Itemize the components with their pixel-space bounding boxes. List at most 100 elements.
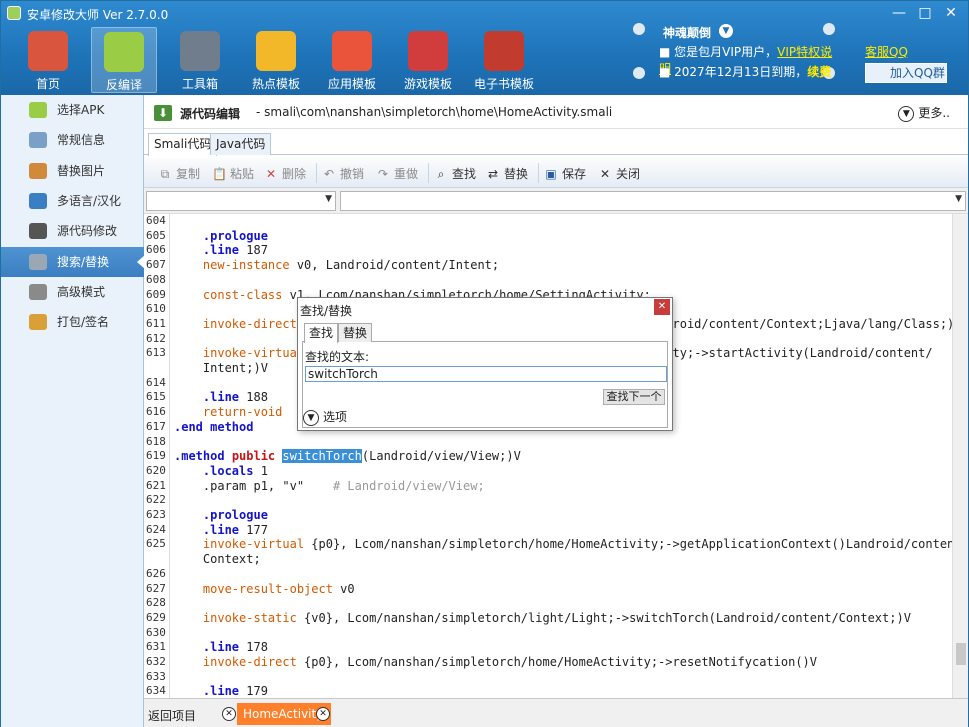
line-number: 605 (146, 228, 166, 242)
tools-icon (29, 283, 47, 300)
toolbar-tool[interactable]: 首页 (15, 27, 81, 93)
toolbar-tool[interactable]: 工具箱 (167, 27, 233, 93)
close-tab-icon[interactable]: ✕ (222, 707, 236, 721)
toolbar-tool[interactable]: 游戏模板 (395, 27, 461, 93)
redo-icon: ↷ (377, 167, 389, 181)
line-number: 629 (146, 610, 166, 624)
android-icon (29, 102, 47, 118)
find-text-input[interactable]: switchTorch (305, 366, 667, 382)
file-tab-label: HomeActivity (243, 707, 324, 721)
toolbar-tool[interactable]: 应用模板 (319, 27, 385, 93)
close-tab-icon[interactable]: ✕ (316, 707, 330, 721)
code-text: return-void (202, 405, 283, 420)
app-logo-icon (7, 6, 21, 20)
line-number: 609 (146, 287, 166, 301)
toolbar-tool-label: 反编译 (105, 78, 142, 92)
image-icon (29, 162, 47, 179)
sidebar-item[interactable]: 多语言/汉化 (1, 186, 144, 216)
paste-label: 粘贴 (230, 167, 255, 181)
renew-link[interactable]: 续费 (807, 65, 831, 79)
find-next-button[interactable]: 查找下一个 (603, 389, 665, 405)
code-text: new-instance v0, Landroid/content/Intent… (202, 258, 500, 273)
tab-find[interactable]: 查找 (304, 323, 339, 343)
code-editor[interactable]: 604 605 .prologue 606 .line 187 607 new-ins… (144, 214, 952, 698)
line-number: 627 (146, 581, 166, 595)
line-number: 624 (146, 522, 166, 536)
corner-dot (633, 23, 645, 35)
sidebar-item[interactable]: 高级模式 (1, 277, 144, 307)
redo-button[interactable]: ↷ 重做 (376, 165, 418, 182)
vertical-scrollbar[interactable] (952, 214, 968, 698)
search-icon: ⌕ (437, 167, 445, 181)
code-text: .method public switchTorch(Landroid/view… (174, 449, 521, 464)
line-number: 630 (146, 625, 166, 639)
toolbar-tool-label: 游戏模板 (403, 77, 452, 91)
star-icon (256, 31, 296, 71)
delete-button[interactable]: ✕ 删除 (264, 165, 306, 182)
code-text: Intent;)V (174, 361, 268, 375)
app-title: 安卓修改大师 Ver 2.7.0.0 (27, 8, 169, 22)
app-window: 安卓修改大师 Ver 2.7.0.0 — □ ✕ 首页 反编译 工具箱 热点模板 应用模… (0, 0, 969, 727)
code-tabs: Smali代码 Java代码 (144, 131, 968, 156)
maximize-button[interactable]: □ (913, 3, 937, 23)
safe-icon (180, 31, 220, 71)
code-text: move-result-object v0 (202, 581, 355, 596)
line-number: 611 (146, 316, 166, 330)
gear-icon (29, 132, 47, 149)
redo-label: 重做 (394, 167, 419, 181)
class-selector[interactable]: ▼ (146, 191, 336, 211)
chevron-down-icon: ▼ (898, 105, 915, 122)
line-number: 615 (146, 390, 166, 404)
support-qq-link[interactable]: 客服QQ (865, 43, 908, 60)
sidebar-item[interactable]: 常规信息 (1, 125, 144, 155)
vip-status-text: 您是包月VIP用户， (674, 45, 778, 59)
dialog-tabs: 查找 替换 (302, 322, 668, 343)
page-title: 源代码编辑 (180, 107, 241, 121)
sidebar-item[interactable]: 搜索/替换 (1, 246, 145, 277)
code-text: .locals 1 (202, 463, 268, 478)
chevron-down-icon: ▼ (325, 194, 332, 204)
sidebar-item-label: 常规信息 (57, 133, 106, 148)
toolbar-tool-label: 工具箱 (181, 77, 218, 91)
sidebar-item[interactable]: 打包/签名 (1, 307, 144, 337)
tab-replace[interactable]: 替换 (338, 323, 373, 342)
code-text: .line 177 (202, 522, 268, 537)
sidebar-item[interactable]: 替换图片 (1, 156, 144, 186)
replace-button[interactable]: ⇄ 替换 (486, 165, 528, 182)
back-to-project-button[interactable]: 返回项目 (148, 707, 196, 724)
close-icon: ✕ (599, 167, 611, 181)
paste-icon: 📋 (212, 167, 227, 181)
close-file-button[interactable]: ✕ 关闭 (598, 165, 640, 182)
scrollbar-thumb[interactable] (956, 643, 966, 665)
code-text: .end method (174, 419, 254, 434)
more-button[interactable]: ▼ 更多.. (898, 104, 950, 122)
save-button[interactable]: ▣ 保存 (544, 165, 586, 182)
paste-button[interactable]: 📋 粘贴 (212, 165, 254, 182)
tab-java[interactable]: Java代码 (210, 133, 272, 155)
tab-smali[interactable]: Smali代码 (148, 133, 218, 156)
close-window-button[interactable]: ✕ (939, 3, 963, 23)
toolbar-tool[interactable]: 电子书模板 (471, 27, 537, 93)
line-number: 614 (146, 375, 166, 389)
method-selector[interactable]: ▼ (340, 191, 966, 211)
minimize-button[interactable]: — (887, 3, 911, 23)
chevron-down-icon[interactable]: ▼ (719, 24, 733, 38)
toolbar-tool[interactable]: 反编译 (91, 27, 157, 93)
undo-button[interactable]: ↶ 撤销 (322, 165, 364, 182)
game-icon (408, 31, 448, 71)
line-number: 633 (146, 669, 166, 683)
copy-button[interactable]: ⧉ 复制 (158, 165, 200, 182)
breadcrumb: ⬇ 源代码编辑 - smali\com\nanshan\simpletorch\… (144, 95, 968, 129)
find-button[interactable]: ⌕ 查找 (434, 165, 476, 182)
close-label: 关闭 (616, 167, 641, 181)
dialog-close-button[interactable]: ✕ (654, 299, 670, 315)
sidebar-item[interactable]: 选择APK (1, 95, 144, 125)
sidebar-item[interactable]: 源代码修改 (1, 216, 144, 246)
line-number: 632 (146, 655, 166, 668)
toolbar-tool[interactable]: 热点模板 (243, 27, 309, 93)
toolbar-divider (428, 163, 429, 183)
options-toggle[interactable]: ▼ 选项 (303, 408, 347, 426)
join-qq-group-button[interactable]: 加入QQ群 (865, 63, 947, 83)
line-number: 628 (146, 596, 166, 610)
status-bar: 返回项目 ✕ HomeActivity ✕ (144, 698, 968, 727)
